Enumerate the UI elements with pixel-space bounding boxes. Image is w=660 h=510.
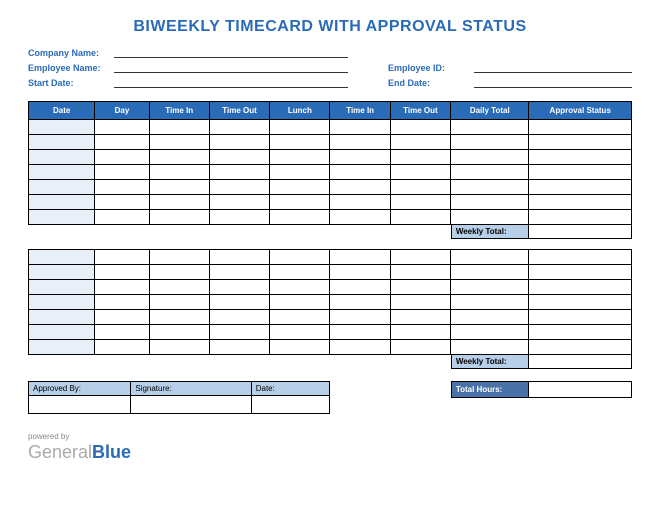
total-hours-box: Total Hours: [451,381,632,398]
col-daily-total: Daily Total [451,102,529,120]
date-cell[interactable] [29,150,95,165]
col-day: Day [95,102,149,120]
date-cell[interactable] [29,295,95,310]
signature-label: Signature: [131,382,251,396]
table-row [29,165,632,180]
date-cell[interactable] [29,325,95,340]
table-row [29,325,632,340]
table-row [29,250,632,265]
date-cell[interactable] [29,265,95,280]
date-cell[interactable] [29,310,95,325]
date-cell[interactable] [29,135,95,150]
weekly-total-value[interactable] [529,225,632,239]
table-row [29,265,632,280]
start-date-field[interactable] [114,76,348,88]
company-name-field[interactable] [114,46,348,58]
table-row [29,120,632,135]
signature-field[interactable] [131,396,251,414]
date-cell[interactable] [29,195,95,210]
approval-date-field[interactable] [251,396,329,414]
brand-logo: GeneralBlue [28,442,632,463]
table-row [29,180,632,195]
weekly-total-week1: Weekly Total: [451,225,632,239]
timecard-table-week1: Date Day Time In Time Out Lunch Time In … [28,101,632,225]
col-date: Date [29,102,95,120]
meta-section: Company Name: Employee Name: Start Date:… [28,46,632,91]
approval-table: Approved By: Signature: Date: [28,381,330,414]
company-name-label: Company Name: [28,48,114,58]
weekly-total-label: Weekly Total: [451,225,529,239]
approved-by-field[interactable] [29,396,131,414]
employee-name-label: Employee Name: [28,63,114,73]
date-cell[interactable] [29,120,95,135]
approved-by-label: Approved By: [29,382,131,396]
col-time-out-2: Time Out [390,102,450,120]
date-cell[interactable] [29,210,95,225]
footer: powered by GeneralBlue [28,432,632,463]
table-row [29,280,632,295]
table-row [29,150,632,165]
start-date-label: Start Date: [28,78,114,88]
date-cell[interactable] [29,180,95,195]
date-cell[interactable] [29,340,95,355]
table-row [29,135,632,150]
end-date-label: End Date: [388,78,474,88]
date-cell[interactable] [29,280,95,295]
date-cell[interactable] [29,250,95,265]
employee-name-field[interactable] [114,61,348,73]
powered-by-text: powered by [28,432,632,441]
table-row [29,295,632,310]
total-hours-label: Total Hours: [451,381,529,398]
total-hours-value[interactable] [529,381,632,398]
end-date-field[interactable] [474,76,632,88]
table-row [29,340,632,355]
table-row [29,210,632,225]
col-lunch: Lunch [270,102,330,120]
table-row [29,310,632,325]
employee-id-field[interactable] [474,61,632,73]
col-approval-status: Approval Status [529,102,632,120]
weekly-total-week2: Weekly Total: [451,355,632,369]
approval-date-label: Date: [251,382,329,396]
date-cell[interactable] [29,165,95,180]
col-time-in-1: Time In [149,102,209,120]
timecard-table-week2 [28,249,632,355]
col-time-in-2: Time In [330,102,390,120]
weekly-total-value[interactable] [529,355,632,369]
table-row [29,195,632,210]
col-time-out-1: Time Out [209,102,269,120]
employee-id-label: Employee ID: [388,63,474,73]
page-title: BIWEEKLY TIMECARD WITH APPROVAL STATUS [28,18,632,36]
weekly-total-label: Weekly Total: [451,355,529,369]
